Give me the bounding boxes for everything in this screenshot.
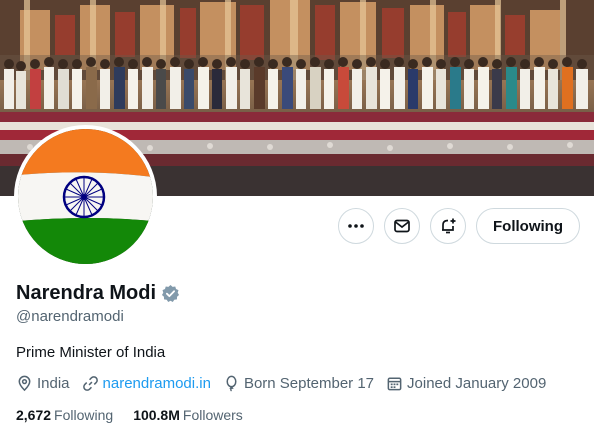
mail-icon [394, 219, 410, 233]
profile-handle: @narendramodi [16, 308, 124, 325]
profile-avatar[interactable] [14, 125, 157, 268]
birthday-text: Born September 17 [243, 375, 375, 392]
verified-badge-icon [161, 284, 180, 303]
calendar-icon [387, 377, 402, 391]
message-button[interactable] [384, 208, 421, 244]
meta-location: India [16, 375, 70, 392]
more-button[interactable] [338, 208, 375, 244]
meta-website: narendramodi.in [82, 375, 211, 392]
balloon-icon [226, 375, 237, 392]
profile-bio: Prime Minister of India [16, 344, 166, 361]
following-count: 2,672 [16, 407, 52, 423]
more-horizontal-icon [348, 224, 364, 228]
india-flag-image [18, 129, 153, 264]
profile-meta: India narendramodi.in Born September 17 … [16, 375, 546, 392]
following-label: Following [54, 407, 114, 423]
followers-stat[interactable]: 100.8M Followers [133, 407, 243, 423]
meta-joined: Joined January 2009 [386, 375, 546, 392]
followers-label: Followers [182, 407, 243, 423]
bell-plus-icon [442, 218, 456, 234]
link-icon [82, 376, 98, 391]
following-button[interactable]: Following [476, 208, 580, 244]
location-pin-icon [18, 375, 31, 392]
profile-stats: 2,672 Following 100.8M Followers [16, 407, 243, 423]
location-text: India [37, 375, 70, 392]
joined-text: Joined January 2009 [407, 375, 547, 392]
following-stat[interactable]: 2,672 Following [16, 407, 113, 423]
profile-actions: Following [338, 208, 580, 244]
meta-birthday: Born September 17 [223, 375, 374, 392]
banner-crowd [0, 55, 594, 115]
notifications-button[interactable] [430, 208, 467, 244]
website-link[interactable]: narendramodi.in [103, 375, 211, 392]
profile-name-row: Narendra Modi [16, 282, 180, 305]
followers-count: 100.8M [133, 407, 180, 423]
profile-name: Narendra Modi [16, 282, 157, 304]
